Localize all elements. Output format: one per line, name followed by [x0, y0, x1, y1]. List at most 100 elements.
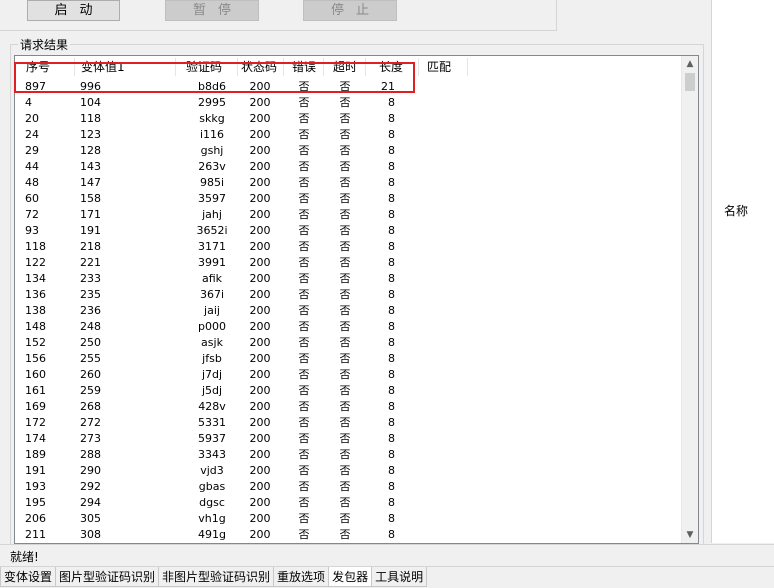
table-row[interactable]: 152 250 asjk 200 否 否 8 — [15, 335, 682, 351]
column-separator[interactable] — [365, 58, 366, 76]
column-header-timeout[interactable]: 超时 — [325, 56, 367, 78]
cell-variant: 255 — [80, 352, 101, 365]
cell-index: 48 — [25, 176, 39, 189]
scroll-up-arrow-icon[interactable]: ▲ — [682, 56, 698, 72]
cell-length: 8 — [388, 320, 395, 333]
table-row[interactable]: 136 235 367i 200 否 否 8 — [15, 287, 682, 303]
table-row[interactable]: 93 191 3652i 200 否 否 8 — [15, 223, 682, 239]
table-row[interactable]: 156 255 jfsb 200 否 否 8 — [15, 351, 682, 367]
table-row[interactable]: 174 273 5937 200 否 否 8 — [15, 431, 682, 447]
tab-5[interactable]: 工具说明 — [371, 567, 428, 587]
table-row[interactable]: 29 128 gshj 200 否 否 8 — [15, 143, 682, 159]
cell-timeout: 否 — [339, 336, 351, 349]
column-header-length[interactable]: 长度 — [371, 56, 419, 78]
table-row[interactable]: 193 292 gbas 200 否 否 8 — [15, 479, 682, 495]
table-row[interactable]: 44 143 263v 200 否 否 8 — [15, 159, 682, 175]
tab-4[interactable]: 发包器 — [328, 567, 373, 587]
table-row[interactable]: 161 259 j5dj 200 否 否 8 — [15, 383, 682, 399]
pause-button[interactable]: 暂停 — [165, 0, 259, 21]
table-row[interactable]: 169 268 428v 200 否 否 8 — [15, 399, 682, 415]
table-row[interactable]: 72 171 jahj 200 否 否 8 — [15, 207, 682, 223]
cell-error: 否 — [298, 528, 310, 541]
column-header-error[interactable]: 错误 — [284, 56, 324, 78]
table-row[interactable]: 20 118 skkg 200 否 否 8 — [15, 111, 682, 127]
cell-index: 148 — [25, 320, 46, 333]
cell-status: 200 — [249, 80, 271, 93]
table-row[interactable]: 118 218 3171 200 否 否 8 — [15, 239, 682, 255]
table-row[interactable]: 206 305 vh1g 200 否 否 8 — [15, 511, 682, 527]
column-separator[interactable] — [175, 58, 176, 76]
table-row[interactable]: 172 272 5331 200 否 否 8 — [15, 415, 682, 431]
cell-captcha: 5331 — [198, 416, 226, 429]
tab-bar: 变体设置 图片型验证码识别 非图片型验证码识别 重放选项 发包器 工具说明 — [0, 566, 774, 588]
start-button[interactable]: 启动 — [27, 0, 120, 21]
table-row[interactable]: 122 221 3991 200 否 否 8 — [15, 255, 682, 271]
column-header-captcha[interactable]: 验证码 — [178, 56, 238, 78]
scroll-thumb[interactable] — [685, 73, 695, 91]
cell-index: 191 — [25, 464, 46, 477]
tab-2[interactable]: 非图片型验证码识别 — [158, 567, 275, 587]
cell-index: 136 — [25, 288, 46, 301]
cell-index: 29 — [25, 144, 39, 157]
cell-timeout: 否 — [339, 144, 351, 157]
results-list-view[interactable]: 序号 变体值1 验证码 状态码 错误 超时 长度 匹配 897 996 b8d6 20… — [14, 55, 699, 544]
cell-length: 8 — [388, 384, 395, 397]
cell-timeout: 否 — [339, 384, 351, 397]
tab-3[interactable]: 重放选项 — [273, 567, 330, 587]
cell-error: 否 — [298, 416, 310, 429]
column-separator[interactable] — [467, 58, 468, 76]
vertical-scrollbar[interactable]: ▲ ▼ — [681, 56, 698, 543]
cell-index: 44 — [25, 160, 39, 173]
cell-status: 200 — [249, 496, 271, 509]
cell-error: 否 — [298, 320, 310, 333]
cell-index: 138 — [25, 304, 46, 317]
table-row[interactable]: 138 236 jaij 200 否 否 8 — [15, 303, 682, 319]
table-row[interactable]: 211 308 491g 200 否 否 8 — [15, 527, 682, 543]
cell-variant: 268 — [80, 400, 101, 413]
table-row[interactable]: 160 260 j7dj 200 否 否 8 — [15, 367, 682, 383]
scroll-down-arrow-icon[interactable]: ▼ — [682, 527, 698, 543]
cell-length: 8 — [388, 352, 395, 365]
cell-timeout: 否 — [339, 112, 351, 125]
cell-length: 8 — [388, 192, 395, 205]
cell-variant: 273 — [80, 432, 101, 445]
cell-status: 200 — [249, 464, 271, 477]
list-header: 序号 变体值1 验证码 状态码 错误 超时 长度 匹配 — [15, 56, 682, 78]
stop-button[interactable]: 停止 — [303, 0, 397, 21]
column-header-match[interactable]: 匹配 — [419, 56, 471, 78]
cell-timeout: 否 — [339, 80, 351, 93]
cell-error: 否 — [298, 448, 310, 461]
table-row[interactable]: 24 123 i116 200 否 否 8 — [15, 127, 682, 143]
column-header-variant[interactable]: 变体值1 — [73, 56, 175, 78]
table-row[interactable]: 4 104 2995 200 否 否 8 — [15, 95, 682, 111]
table-row[interactable]: 60 158 3597 200 否 否 8 — [15, 191, 682, 207]
column-separator[interactable] — [323, 58, 324, 76]
cell-captcha: jahj — [202, 208, 222, 221]
cell-timeout: 否 — [339, 528, 351, 541]
cell-timeout: 否 — [339, 224, 351, 237]
cell-index: 189 — [25, 448, 46, 461]
table-row[interactable]: 148 248 p000 200 否 否 8 — [15, 319, 682, 335]
cell-length: 8 — [388, 128, 395, 141]
table-row[interactable]: 897 996 b8d6 200 否 否 21 — [15, 79, 682, 95]
cell-index: 211 — [25, 528, 46, 541]
cell-captcha: afik — [201, 272, 223, 285]
cell-length: 8 — [388, 464, 395, 477]
table-row[interactable]: 134 233 afik 200 否 否 8 — [15, 271, 682, 287]
table-row[interactable]: 191 290 vjd3 200 否 否 8 — [15, 463, 682, 479]
cell-index: 152 — [25, 336, 46, 349]
right-panel: 名称 — [711, 0, 774, 543]
table-row[interactable]: 195 294 dgsc 200 否 否 8 — [15, 495, 682, 511]
cell-variant: 143 — [80, 160, 101, 173]
table-row[interactable]: 48 147 985i 200 否 否 8 — [15, 175, 682, 191]
tab-0[interactable]: 变体设置 — [0, 567, 57, 587]
cell-timeout: 否 — [339, 304, 351, 317]
cell-error: 否 — [298, 240, 310, 253]
cell-timeout: 否 — [339, 160, 351, 173]
cell-captcha: j5dj — [201, 384, 223, 397]
cell-captcha: jaij — [204, 304, 220, 317]
table-row[interactable]: 189 288 3343 200 否 否 8 — [15, 447, 682, 463]
tab-1[interactable]: 图片型验证码识别 — [55, 567, 160, 587]
column-header-index[interactable]: 序号 — [18, 56, 74, 78]
column-header-status[interactable]: 状态码 — [233, 56, 285, 78]
